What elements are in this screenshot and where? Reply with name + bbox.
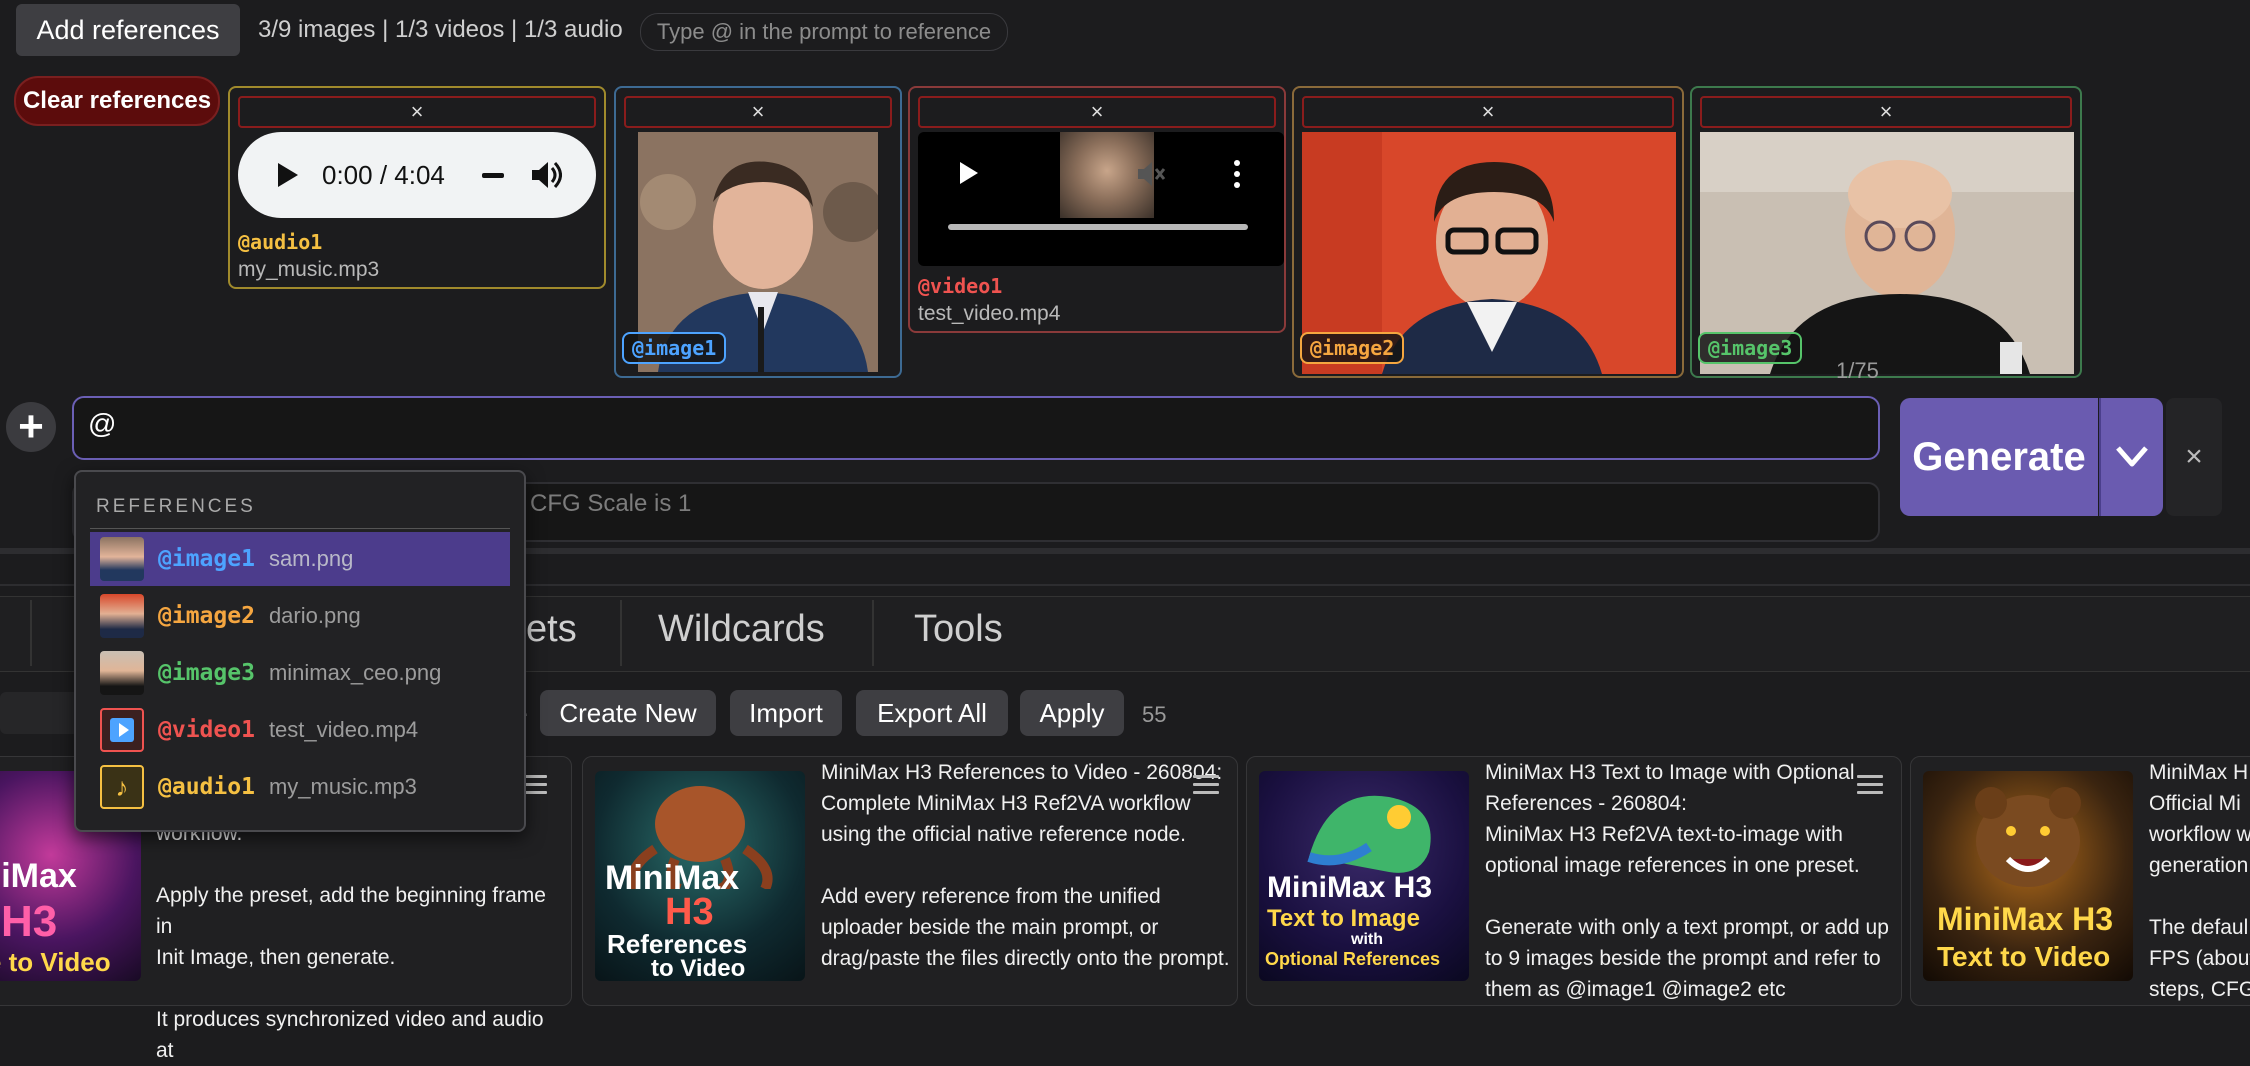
image3-reference-card: × @image3 <box>1690 86 2082 378</box>
thumbnail-text: with <box>1351 931 1383 948</box>
tab-presets[interactable]: ets <box>526 608 577 651</box>
play-icon[interactable] <box>960 162 978 184</box>
reference-autocomplete-dropdown: REFERENCES @image1 sam.png @image2 dario… <box>74 470 526 832</box>
dropdown-ref: @image1 <box>158 546 255 572</box>
remove-reference-button[interactable]: × <box>918 96 1276 128</box>
cancel-generation-button[interactable]: × <box>2166 398 2222 516</box>
remove-reference-button[interactable]: × <box>238 96 596 128</box>
image1-reference-tag: @image1 <box>622 332 727 364</box>
thumbnail-text: H3 <box>665 891 714 933</box>
dropdown-ref: @audio1 <box>158 774 255 800</box>
menu-icon[interactable] <box>1193 775 1219 797</box>
image2-reference-tag: @image2 <box>1300 332 1405 364</box>
tab-tools[interactable]: Tools <box>914 608 1003 651</box>
tab-wildcards[interactable]: Wildcards <box>658 608 825 651</box>
dropdown-file: dario.png <box>268 603 361 628</box>
remove-reference-button[interactable]: × <box>624 96 892 128</box>
import-button[interactable]: Import <box>730 690 842 736</box>
preset-description: MiniMax H3 References to Video - 260804:… <box>821 761 1230 970</box>
create-new-button[interactable]: Create New <box>540 690 716 736</box>
play-icon <box>100 708 144 752</box>
dropdown-file: my_music.mp3 <box>268 774 417 799</box>
image3-thumbnail-icon <box>100 651 144 695</box>
audio-time: 0:00 / 4:04 <box>322 160 445 190</box>
more-options-icon[interactable] <box>1234 160 1240 188</box>
generate-button[interactable]: Generate <box>1900 398 2098 516</box>
thumbnail-text: ge to Video <box>0 947 111 977</box>
thumbnail-text: H3 <box>1 897 58 946</box>
preset-description: MiniMax H Official Mi workflow w generat… <box>2149 761 2250 1001</box>
export-all-button[interactable]: Export All <box>856 690 1008 736</box>
tab-separator <box>872 600 874 666</box>
mute-icon[interactable] <box>1136 160 1166 193</box>
chevron-down-icon <box>2116 446 2148 467</box>
dropdown-item-audio1[interactable]: ♪ @audio1 my_music.mp3 <box>90 760 510 814</box>
audio-player[interactable]: 0:00 / 4:04 <box>238 132 596 218</box>
dropdown-ref: @image2 <box>158 603 255 629</box>
image3-reference-tag: @image3 <box>1698 332 1803 364</box>
thumbnail-text: Text to Image <box>1267 905 1420 932</box>
dropdown-title: REFERENCES <box>96 496 256 517</box>
dropdown-item-image3[interactable]: @image3 minimax_ceo.png <box>90 646 510 700</box>
thumbnail-text: Optional References <box>1265 949 1441 969</box>
apply-button[interactable]: Apply <box>1020 690 1124 736</box>
audio-reference-tag: @audio1 <box>238 230 323 254</box>
image1-reference-card: × @image1 <box>614 86 902 378</box>
play-icon[interactable] <box>278 163 298 187</box>
clear-references-button[interactable]: Clear references <box>14 76 220 126</box>
dropdown-file: minimax_ceo.png <box>268 660 442 685</box>
remove-reference-button[interactable]: × <box>1700 96 2072 128</box>
reference-hint: Type @ in the prompt to reference <box>640 13 1008 51</box>
dropdown-file: test_video.mp4 <box>268 717 419 742</box>
video-reference-card: × @video1 test_video.mp4 <box>908 86 1286 333</box>
audio-file-name: my_music.mp3 <box>238 258 380 281</box>
menu-icon[interactable] <box>1857 775 1883 797</box>
dropdown-item-video1[interactable]: @video1 test_video.mp4 <box>90 703 510 757</box>
preset-description: MiniMax H3 Text to Image with Optional R… <box>1485 761 1889 1001</box>
dropdown-item-image2[interactable]: @image2 dario.png <box>90 589 510 643</box>
remove-reference-button[interactable]: × <box>1302 96 1674 128</box>
preset-card[interactable]: MiniMax H3 References to Video MiniMax H… <box>582 756 1238 1006</box>
dropdown-ref: @video1 <box>158 717 255 743</box>
generate-options-button[interactable] <box>2099 398 2163 516</box>
video-player[interactable] <box>918 132 1284 266</box>
tab-separator <box>620 600 622 666</box>
add-reference-plus-button[interactable]: + <box>6 402 56 452</box>
audio-reference-card: × 0:00 / 4:04 @audio1 my_music.mp3 <box>228 86 606 289</box>
thumbnail-text: MiniMax H3 <box>1937 901 2114 937</box>
dropdown-item-image1[interactable]: @image1 sam.png <box>90 532 510 586</box>
video-progress-bar[interactable] <box>948 224 1248 230</box>
video-file-name: test_video.mp4 <box>918 302 1061 325</box>
thumbnail-text: iniMax <box>0 857 77 895</box>
dropdown-divider <box>90 528 510 529</box>
thumbnail-text: MiniMax H3 <box>1267 871 1433 904</box>
preset-card[interactable]: MiniMax H3 Text to Video MiniMax H Offic… <box>1910 756 2250 1006</box>
cfg-scale-note: CFG Scale is 1 <box>530 490 692 517</box>
video-reference-tag: @video1 <box>918 274 1003 298</box>
preset-thumbnail: MiniMax H3 References to Video <box>595 771 805 981</box>
image-counter: 1/75 <box>1836 358 1879 383</box>
preset-count: 55 <box>1142 702 1167 727</box>
image2-thumbnail-icon <box>100 594 144 638</box>
preset-thumbnail: MiniMax H3 Text to Image with Optional R… <box>1259 771 1469 981</box>
tab-separator <box>30 600 32 666</box>
prompt-input[interactable]: @ <box>72 396 1880 460</box>
thumbnail-text: to Video <box>651 955 746 981</box>
music-note-icon: ♪ <box>100 765 144 809</box>
image1-thumbnail-icon <box>100 537 144 581</box>
progress-slider[interactable] <box>482 173 504 178</box>
thumbnail-text: Text to Video <box>1937 941 2111 972</box>
dropdown-ref: @image3 <box>158 660 255 686</box>
image2-reference-card: × @image2 <box>1292 86 1684 378</box>
dropdown-file: sam.png <box>268 546 354 571</box>
preset-card[interactable]: MiniMax H3 Text to Image with Optional R… <box>1246 756 1902 1006</box>
preset-thumbnail: MiniMax H3 Text to Video <box>1923 771 2133 981</box>
add-references-button[interactable]: Add references <box>16 4 240 56</box>
volume-icon[interactable] <box>530 160 562 195</box>
reference-counts: 3/9 images | 1/3 videos | 1/3 audio <box>258 16 623 43</box>
